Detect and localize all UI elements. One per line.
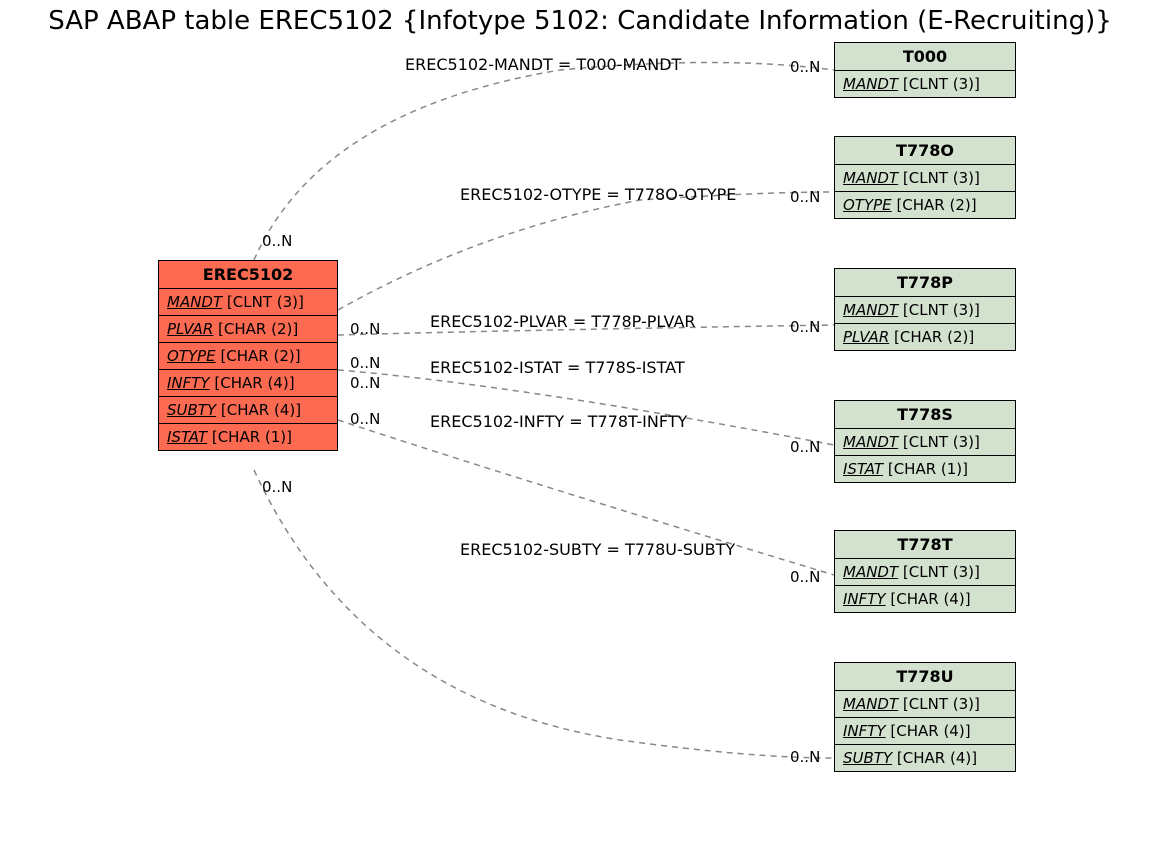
table-t778p: T778P MANDT [CLNT (3)] PLVAR [CHAR (2)]	[834, 268, 1016, 351]
cardinality-label: 0..N	[350, 374, 380, 392]
field-row: OTYPE [CHAR (2)]	[835, 192, 1015, 218]
field-row: ISTAT [CHAR (1)]	[835, 456, 1015, 482]
table-t778s: T778S MANDT [CLNT (3)] ISTAT [CHAR (1)]	[834, 400, 1016, 483]
field-row: PLVAR [CHAR (2)]	[159, 316, 337, 343]
connector-mandt	[254, 63, 834, 261]
cardinality-label: 0..N	[262, 478, 292, 496]
cardinality-label: 0..N	[790, 318, 820, 336]
field-row: OTYPE [CHAR (2)]	[159, 343, 337, 370]
field-row: PLVAR [CHAR (2)]	[835, 324, 1015, 350]
field-row: SUBTY [CHAR (4)]	[159, 397, 337, 424]
field-row: MANDT [CLNT (3)]	[159, 289, 337, 316]
relation-label-mandt: EREC5102-MANDT = T000-MANDT	[405, 55, 681, 74]
field-row: MANDT [CLNT (3)]	[835, 559, 1015, 586]
table-header: T778T	[835, 531, 1015, 559]
table-header: T778P	[835, 269, 1015, 297]
field-row: MANDT [CLNT (3)]	[835, 71, 1015, 97]
field-row: MANDT [CLNT (3)]	[835, 691, 1015, 718]
relation-label-istat: EREC5102-ISTAT = T778S-ISTAT	[430, 358, 685, 377]
cardinality-label: 0..N	[790, 188, 820, 206]
field-row: ISTAT [CHAR (1)]	[159, 424, 337, 450]
connector-istat	[338, 370, 834, 445]
cardinality-label: 0..N	[262, 232, 292, 250]
table-header: T778U	[835, 663, 1015, 691]
table-header: T000	[835, 43, 1015, 71]
cardinality-label: 0..N	[790, 438, 820, 456]
table-t778t: T778T MANDT [CLNT (3)] INFTY [CHAR (4)]	[834, 530, 1016, 613]
table-erec5102: EREC5102 MANDT [CLNT (3)] PLVAR [CHAR (2…	[158, 260, 338, 451]
field-row: MANDT [CLNT (3)]	[835, 297, 1015, 324]
field-row: MANDT [CLNT (3)]	[835, 165, 1015, 192]
table-t778u: T778U MANDT [CLNT (3)] INFTY [CHAR (4)] …	[834, 662, 1016, 772]
erd-canvas: { "title": "SAP ABAP table EREC5102 {Inf…	[0, 0, 1160, 860]
table-header: EREC5102	[159, 261, 337, 289]
connector-otype	[338, 192, 834, 310]
relation-label-infty: EREC5102-INFTY = T778T-INFTY	[430, 412, 687, 431]
field-row: SUBTY [CHAR (4)]	[835, 745, 1015, 771]
relation-label-plvar: EREC5102-PLVAR = T778P-PLVAR	[430, 312, 696, 331]
connector-subty	[254, 470, 834, 758]
cardinality-label: 0..N	[350, 410, 380, 428]
field-row: INFTY [CHAR (4)]	[159, 370, 337, 397]
table-t778o: T778O MANDT [CLNT (3)] OTYPE [CHAR (2)]	[834, 136, 1016, 219]
table-t000: T000 MANDT [CLNT (3)]	[834, 42, 1016, 98]
cardinality-label: 0..N	[350, 354, 380, 372]
cardinality-label: 0..N	[790, 58, 820, 76]
relation-label-subty: EREC5102-SUBTY = T778U-SUBTY	[460, 540, 735, 559]
field-row: INFTY [CHAR (4)]	[835, 718, 1015, 745]
field-row: INFTY [CHAR (4)]	[835, 586, 1015, 612]
relation-label-otype: EREC5102-OTYPE = T778O-OTYPE	[460, 185, 736, 204]
table-header: T778O	[835, 137, 1015, 165]
cardinality-label: 0..N	[350, 320, 380, 338]
field-row: MANDT [CLNT (3)]	[835, 429, 1015, 456]
cardinality-label: 0..N	[790, 568, 820, 586]
table-header: T778S	[835, 401, 1015, 429]
cardinality-label: 0..N	[790, 748, 820, 766]
